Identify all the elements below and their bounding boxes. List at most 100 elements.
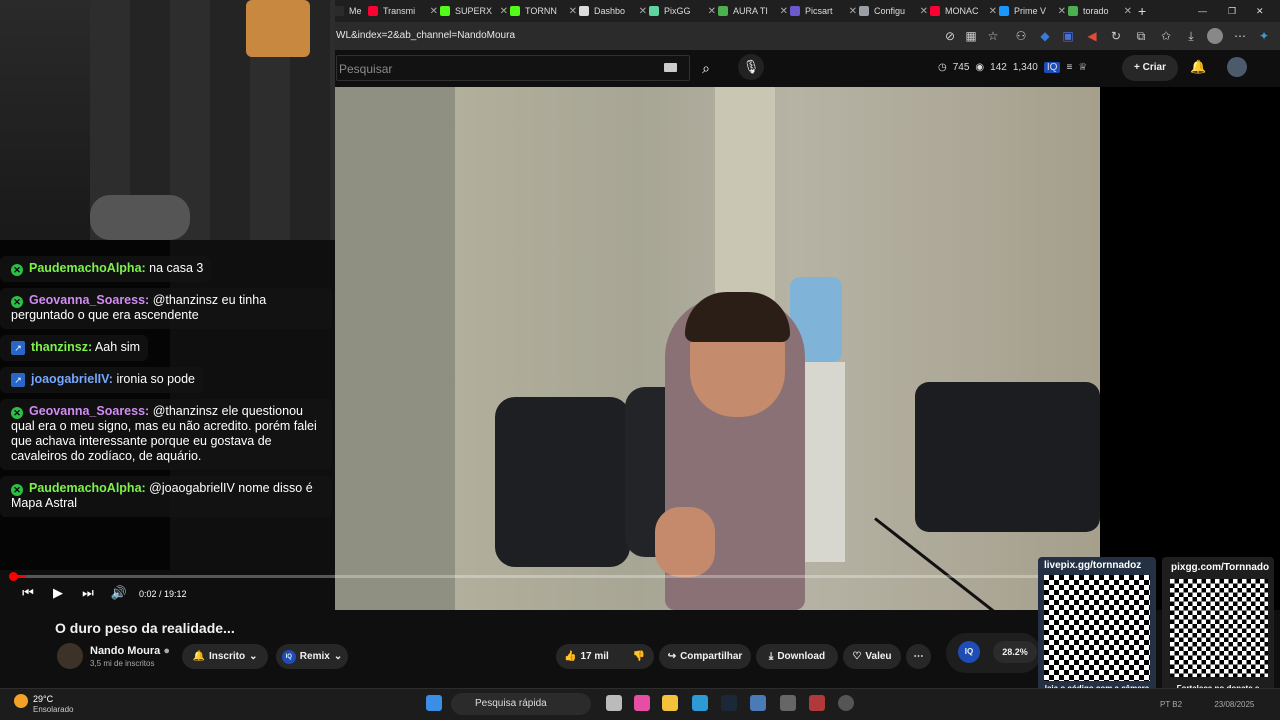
browser-tab[interactable]: Prime V ✕ <box>999 2 1066 20</box>
weather-icon[interactable] <box>14 694 28 708</box>
tab-close-icon[interactable]: ✕ <box>985 6 997 17</box>
copilot-icon[interactable]: ✦ <box>1256 28 1272 44</box>
tab-close-icon[interactable]: ✕ <box>1120 6 1132 17</box>
progress-scrubber[interactable] <box>9 572 18 581</box>
puzzle-icon[interactable]: ⧉ <box>1133 28 1149 44</box>
tab-favicon-icon <box>930 6 940 16</box>
browser-tab[interactable]: Configu ✕ <box>859 2 928 20</box>
tab-close-icon[interactable]: ✕ <box>496 6 508 17</box>
audio-extension-icon[interactable]: ◀ <box>1084 28 1100 44</box>
next-icon[interactable]: ⏭ <box>79 585 97 601</box>
download-button[interactable]: ⤓ Download <box>756 644 838 669</box>
chat-username: Geovanna_Soaress: <box>29 404 150 418</box>
notifications-bell-icon[interactable]: 🔔 <box>1190 59 1206 75</box>
chat-message: ↗ joaogabrielIV: ironia so pode <box>0 367 203 393</box>
livepix-qr-code <box>1044 575 1150 681</box>
tab-close-icon[interactable]: ✕ <box>565 6 577 17</box>
shield-extension-icon[interactable]: ◆ <box>1037 28 1053 44</box>
tab-close-icon[interactable]: ✕ <box>426 6 438 17</box>
tab-close-icon[interactable]: ✕ <box>635 6 647 17</box>
chat-username: Geovanna_Soaress: <box>29 293 150 307</box>
download-icon[interactable]: ⤓ <box>1183 28 1199 44</box>
trophy-icon[interactable]: ♕ <box>1078 62 1087 73</box>
profile-icon[interactable] <box>1207 28 1223 44</box>
channel-name[interactable]: Nando Moura ● <box>90 645 170 657</box>
windows-start-icon[interactable] <box>426 695 442 711</box>
progress-bar[interactable] <box>12 575 1100 578</box>
browser-tab[interactable]: PixGG ✕ <box>649 2 716 20</box>
chat-text: na casa 3 <box>149 261 204 275</box>
new-tab-button[interactable]: + <box>1138 2 1156 20</box>
channel-avatar[interactable] <box>57 643 83 669</box>
account-avatar[interactable] <box>1227 57 1247 77</box>
keyboard-icon[interactable] <box>664 63 677 72</box>
tab-close-icon[interactable]: ✕ <box>916 6 928 17</box>
search-button[interactable]: ⌕ <box>690 55 722 81</box>
minimize-icon[interactable]: — <box>1198 2 1212 20</box>
download-label: Download <box>777 651 826 662</box>
copilot-taskbar-icon[interactable] <box>634 695 650 711</box>
temperature[interactable]: 29°C <box>33 694 53 704</box>
browser-tab[interactable]: Picsart ✕ <box>790 2 857 20</box>
tab-close-icon[interactable]: ✕ <box>362 6 367 17</box>
refresh-extension-icon[interactable]: ↻ <box>1108 28 1124 44</box>
browser-tab[interactable]: torado ✕ <box>1068 2 1132 20</box>
cartoon-avatar <box>246 0 310 57</box>
more-actions-button[interactable]: ⋯ <box>906 644 931 669</box>
url-text[interactable]: WL&index=2&ab_channel=NandoMoura <box>336 30 515 41</box>
task-view-icon[interactable] <box>606 695 622 711</box>
tab-label: Configu <box>874 6 906 16</box>
browser-tab[interactable]: Dashbo ✕ <box>579 2 647 20</box>
prime-badge-icon: ↗ <box>11 373 25 387</box>
settings-taskbar-icon[interactable] <box>780 695 796 711</box>
play-icon[interactable]: ▶ <box>49 585 67 601</box>
tab-label: TORNN <box>525 6 557 16</box>
tab-close-icon[interactable]: ✕ <box>704 6 716 17</box>
tab-close-icon[interactable]: ✕ <box>1054 6 1066 17</box>
translate-extension-icon[interactable]: ▣ <box>1060 28 1076 44</box>
taskbar-search[interactable]: Pesquisa rápida <box>451 693 591 715</box>
browser-tab[interactable]: AURA TI ✕ <box>718 2 788 20</box>
tab-close-icon[interactable]: ✕ <box>776 6 788 17</box>
video-player[interactable] <box>335 87 1100 610</box>
browser-tab[interactable]: Me✕ <box>334 2 366 20</box>
voice-search-button[interactable]: 🎙 <box>738 54 764 80</box>
dislike-icon[interactable]: 👎 <box>633 651 645 662</box>
browser-tab[interactable]: TORNN ✕ <box>510 2 577 20</box>
favorite-star-icon[interactable]: ☆ <box>985 28 1001 44</box>
steam-icon[interactable] <box>721 695 737 711</box>
remix-button[interactable]: IQ Remix ⌄ <box>276 644 348 669</box>
favorites-icon[interactable]: ✩ <box>1158 28 1174 44</box>
apps-icon[interactable]: ▦ <box>963 28 979 44</box>
app-2-icon[interactable] <box>809 695 825 711</box>
like-icon[interactable]: 👍 <box>564 651 576 662</box>
edge-icon[interactable] <box>692 695 708 711</box>
tab-close-icon[interactable]: ✕ <box>845 6 857 17</box>
browser-tab[interactable]: SUPERX ✕ <box>440 2 508 20</box>
weather-condition[interactable]: Ensolarado <box>33 705 73 714</box>
media-icon[interactable] <box>838 695 854 711</box>
browser-tab[interactable]: MONAC ✕ <box>930 2 997 20</box>
restore-icon[interactable]: ❐ <box>1228 2 1242 20</box>
like-count[interactable]: 17 mil <box>580 651 608 662</box>
volume-icon[interactable]: 🔊 <box>110 585 128 601</box>
browser-tab[interactable]: Transmi ✕ <box>368 2 438 20</box>
close-window-icon[interactable]: ✕ <box>1256 2 1270 20</box>
plus-icon: + <box>1134 62 1143 73</box>
tab-label: MONAC <box>945 6 979 16</box>
extension-icon[interactable]: ⚇ <box>1013 28 1029 44</box>
subscribed-button[interactable]: 🔔 Inscrito ⌄ <box>182 644 268 669</box>
menu-dots-icon[interactable]: ⋯ <box>1232 28 1248 44</box>
create-button[interactable]: + Criar <box>1122 55 1178 81</box>
search-input[interactable]: Pesquisar <box>336 55 690 81</box>
system-tray[interactable]: PT B2 23/08/2025 <box>1160 700 1254 709</box>
tab-favicon-icon <box>510 6 520 16</box>
iq-extension-icon[interactable]: IQ <box>1043 62 1061 73</box>
share-button[interactable]: ↪ Compartilhar <box>659 644 751 669</box>
list-icon[interactable]: ≡ <box>1066 62 1072 73</box>
app-icon[interactable] <box>750 695 766 711</box>
thanks-button[interactable]: ♡ Valeu <box>843 644 901 669</box>
previous-icon[interactable]: ⏮ <box>19 585 37 601</box>
translate-icon[interactable]: ⊘ <box>942 28 958 44</box>
file-explorer-icon[interactable] <box>662 695 678 711</box>
